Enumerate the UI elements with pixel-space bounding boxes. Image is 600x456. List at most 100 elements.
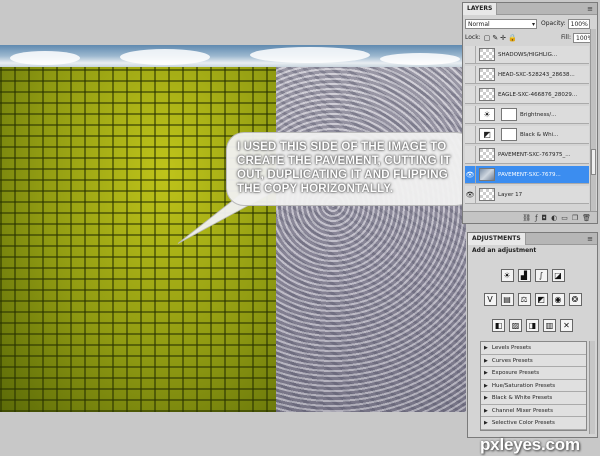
visibility-eye-icon[interactable] xyxy=(465,146,476,163)
layers-footer: ⛓ ƒ ◘ ◐ ▭ ❐ 🗑 xyxy=(463,211,597,223)
visibility-eye-icon[interactable] xyxy=(465,46,476,63)
expand-triangle-icon[interactable]: ▶ xyxy=(484,405,488,417)
gray-pavement-image xyxy=(276,67,466,412)
callout-bubble: I USED THIS SIDE OF THE IMAGE TO CREATE … xyxy=(226,132,466,206)
panel-menu-icon[interactable]: ≡ xyxy=(587,5,593,13)
tab-layers[interactable]: LAYERS xyxy=(463,3,498,15)
preset-item[interactable]: ▶ Channel Mixer Presets xyxy=(481,405,586,417)
layer-name: HEAD-SXC-528243_28638... xyxy=(498,71,575,78)
expand-triangle-icon[interactable]: ▶ xyxy=(484,392,488,404)
blend-row: Normal ▾ Opacity: 100% xyxy=(465,17,595,30)
visibility-eye-icon[interactable] xyxy=(465,126,476,143)
visibility-eye-icon[interactable] xyxy=(465,106,476,123)
expand-triangle-icon[interactable]: ▶ xyxy=(484,417,488,429)
levels-icon[interactable]: ▟ xyxy=(517,269,531,282)
vibrance-icon[interactable]: V xyxy=(483,293,497,306)
preset-item[interactable]: ▶ Selective Color Presets xyxy=(481,417,586,430)
visibility-eye-icon[interactable] xyxy=(465,86,476,103)
color-balance-icon[interactable]: ⚖ xyxy=(517,293,531,306)
layer-row[interactable]: PAVEMENT-SXC-767975_... xyxy=(465,146,589,164)
mask-icon[interactable]: ◘ xyxy=(542,214,548,222)
watermark-text: pxleyes.com xyxy=(480,435,580,454)
layer-mask-thumbnail xyxy=(501,128,517,141)
preset-item[interactable]: ▶ Curves Presets xyxy=(481,355,586,367)
preset-item[interactable]: ▶ Exposure Presets xyxy=(481,367,586,380)
layer-row[interactable]: 👁 PAVEMENT-SXC-7679... xyxy=(465,166,589,184)
preset-label: Levels Presets xyxy=(491,345,532,351)
layer-name: SHADOWS/HIGHLIG... xyxy=(498,51,558,58)
layers-scrollbar[interactable] xyxy=(590,29,596,211)
trash-icon[interactable]: 🗑 xyxy=(582,214,591,222)
layer-thumbnail xyxy=(479,168,495,181)
blend-mode-select[interactable]: Normal ▾ xyxy=(465,18,537,29)
expand-triangle-icon[interactable]: ▶ xyxy=(484,355,488,367)
layer-name: PAVEMENT-SXC-767975_... xyxy=(498,151,571,158)
tab-adjustments[interactable]: ADJUSTMENTS xyxy=(468,233,526,245)
scrollbar-thumb[interactable] xyxy=(591,149,596,175)
preset-item[interactable]: ▶ Black & White Presets xyxy=(481,392,586,405)
layer-row[interactable]: EAGLE-SXC-466876_28029... xyxy=(465,86,589,104)
brightness-icon[interactable]: ☀ xyxy=(500,269,514,282)
exposure-icon[interactable]: ◪ xyxy=(551,269,565,282)
selective-color-icon[interactable]: ✕ xyxy=(560,319,573,332)
expand-triangle-icon[interactable]: ▶ xyxy=(484,367,488,379)
hue-saturation-icon[interactable]: ▤ xyxy=(500,293,514,306)
visibility-eye-icon[interactable]: 👁 xyxy=(465,166,476,183)
adjustments-title: Add an adjustment xyxy=(472,247,537,254)
callout-text: I USED THIS SIDE OF THE IMAGE TO CREATE … xyxy=(237,141,451,195)
layer-row[interactable]: 👁 Layer 17 xyxy=(465,186,589,204)
preset-label: Exposure Presets xyxy=(491,370,540,376)
fill-label: Fill: xyxy=(560,34,571,41)
blend-mode-value: Normal xyxy=(468,20,490,28)
visibility-eye-icon[interactable] xyxy=(465,66,476,83)
posterize-icon[interactable]: ▨ xyxy=(509,319,522,332)
adjustments-panel: ADJUSTMENTS ≡ Add an adjustment ☀ ▟ ∫ ◪ … xyxy=(467,232,598,438)
panel-menu-icon[interactable]: ≡ xyxy=(587,235,593,243)
document-canvas[interactable]: I USED THIS SIDE OF THE IMAGE TO CREATE … xyxy=(0,45,466,412)
lock-label: Lock: xyxy=(465,34,481,41)
layer-thumbnail xyxy=(479,68,495,81)
link-icon[interactable]: ⛓ xyxy=(522,214,531,222)
layer-name: PAVEMENT-SXC-7679... xyxy=(498,171,561,178)
preset-label: Hue/Saturation Presets xyxy=(491,382,556,389)
brightness-icon: ☀ xyxy=(479,108,495,121)
threshold-icon[interactable]: ◨ xyxy=(526,319,539,332)
layer-row[interactable]: HEAD-SXC-528243_28638... xyxy=(465,66,589,84)
adjustment-layer-icon[interactable]: ◐ xyxy=(551,214,557,222)
yellow-pavement-image xyxy=(0,67,276,412)
black-white-icon: ◩ xyxy=(479,128,495,141)
lock-row: Lock: ▢✎✛🔒 Fill: 100% xyxy=(465,31,595,44)
layer-name: Layer 17 xyxy=(498,191,523,198)
folder-icon[interactable]: ▭ xyxy=(561,214,568,222)
fx-icon[interactable]: ƒ xyxy=(535,214,537,222)
preset-item[interactable]: ▶ Hue/Saturation Presets xyxy=(481,380,586,392)
photo-filter-icon[interactable]: ◉ xyxy=(551,293,565,306)
expand-triangle-icon[interactable]: ▶ xyxy=(484,342,488,354)
channel-mixer-icon[interactable]: ❂ xyxy=(568,293,582,306)
adjustment-icons-row-3: ◧ ▨ ◨ ▥ ✕ xyxy=(472,319,593,332)
layer-thumbnail xyxy=(479,88,495,101)
black-white-icon[interactable]: ◩ xyxy=(534,293,548,306)
new-layer-icon[interactable]: ❐ xyxy=(572,214,578,222)
gradient-map-icon[interactable]: ▥ xyxy=(543,319,556,332)
adjustment-icons-row-1: ☀ ▟ ∫ ◪ xyxy=(472,269,593,282)
presets-list: ▶ Levels Presets ▶ Curves Presets ▶ Exposure … xyxy=(480,341,587,431)
preset-item[interactable]: ▶ Levels Presets xyxy=(481,342,586,355)
layers-panel: LAYERS ≡ Normal ▾ Opacity: 100% Lock: ▢✎… xyxy=(462,2,598,224)
layer-mask-thumbnail xyxy=(501,108,517,121)
chevron-down-icon: ▾ xyxy=(531,20,535,28)
layer-row[interactable]: ☀ Brightness/... xyxy=(465,106,589,124)
visibility-eye-icon[interactable]: 👁 xyxy=(465,186,476,203)
layers-panel-header: LAYERS ≡ xyxy=(463,3,597,15)
expand-triangle-icon[interactable]: ▶ xyxy=(484,380,488,392)
lock-icons[interactable]: ▢✎✛🔒 xyxy=(484,34,519,42)
layer-thumbnail xyxy=(479,48,495,61)
layer-row[interactable]: ◩ Black & Whi... xyxy=(465,126,589,144)
adjustments-scrollbar[interactable] xyxy=(589,341,595,434)
curves-icon[interactable]: ∫ xyxy=(534,269,548,282)
opacity-field[interactable]: 100% xyxy=(567,18,590,29)
layer-thumbnail xyxy=(479,188,495,201)
preset-label: Black & White Presets xyxy=(491,395,553,401)
invert-icon[interactable]: ◧ xyxy=(492,319,505,332)
layer-row[interactable]: SHADOWS/HIGHLIG... xyxy=(465,46,589,64)
